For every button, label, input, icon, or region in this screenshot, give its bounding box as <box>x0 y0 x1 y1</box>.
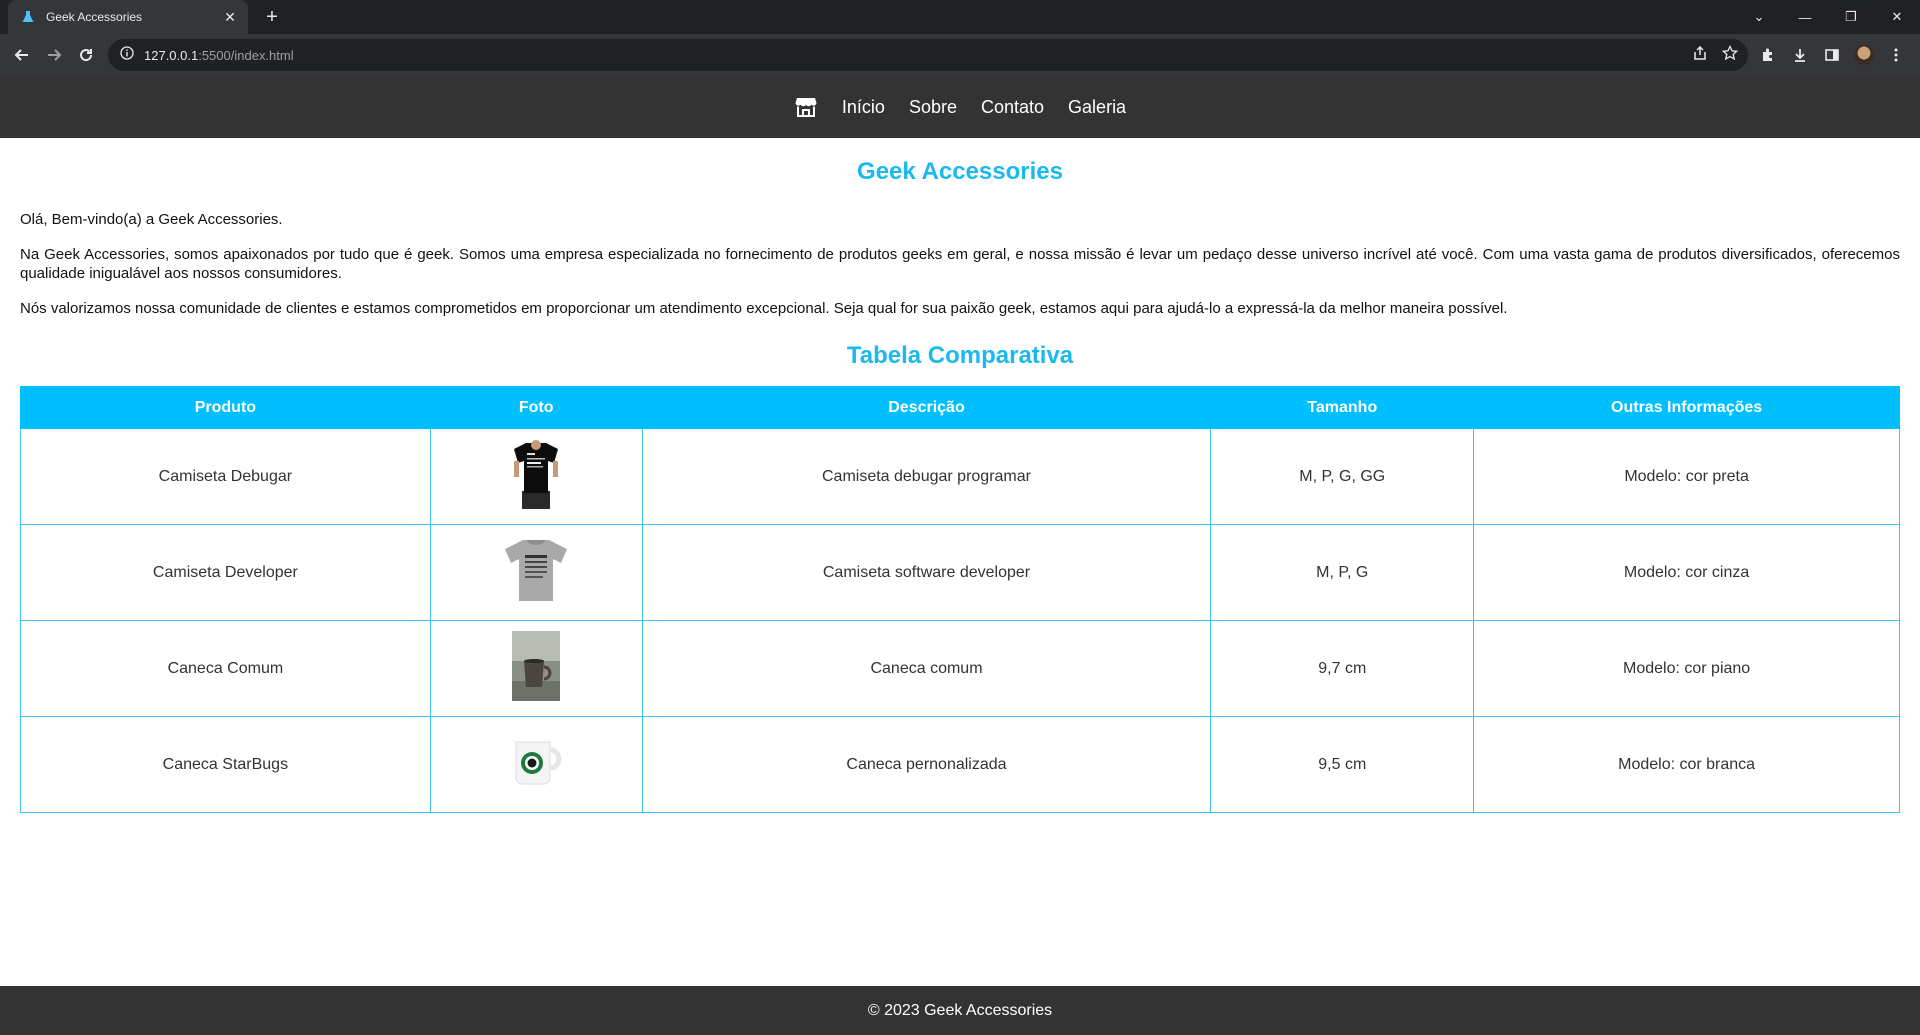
table-row: Caneca StarBugs Caneca pernonalizada 9,5… <box>20 716 1900 813</box>
cell-outras: Modelo: cor branca <box>1473 716 1900 813</box>
black-tshirt-image <box>508 439 564 514</box>
store-icon[interactable] <box>794 95 818 119</box>
extensions-icon[interactable] <box>1752 41 1784 69</box>
about-paragraph: Na Geek Accessories, somos apaixonados p… <box>20 246 1900 282</box>
table-title: Tabela Comparativa <box>846 342 1074 369</box>
cell-tamanho: 9,7 cm <box>1210 620 1475 717</box>
cell-descricao: Camiseta software developer <box>641 524 1212 621</box>
table-row: Camiseta Developer Camiseta software dev… <box>20 524 1900 621</box>
nav-link-contato[interactable]: Contato <box>981 97 1044 118</box>
browser-tab[interactable]: Geek Accessories ✕ <box>8 0 248 34</box>
header-foto: Foto <box>429 386 643 429</box>
table-row: Caneca Comum Caneca comum 9,7 cm Modelo:… <box>20 620 1900 717</box>
cell-tamanho: M, P, G, GG <box>1210 428 1475 525</box>
url-text: 127.0.0.1:5500/index.html <box>144 47 294 63</box>
cell-outras: Modelo: cor cinza <box>1473 524 1900 621</box>
cell-tamanho: M, P, G <box>1210 524 1475 621</box>
cell-descricao: Caneca pernonalizada <box>641 716 1212 813</box>
main-content: Geek Accessories Olá, Bem-vindo(a) a Gee… <box>20 138 1900 813</box>
welcome-paragraph: Olá, Bem-vindo(a) a Geek Accessories. <box>20 211 283 228</box>
tab-title: Geek Accessories <box>46 10 143 24</box>
header-produto: Produto <box>20 386 431 429</box>
table-row: Camiseta Debugar Camiseta debugar progra… <box>20 428 1900 525</box>
new-tab-button[interactable]: + <box>260 5 284 29</box>
cell-produto: Camiseta Debugar <box>20 428 431 525</box>
footer-copyright: © 2023 Geek Accessories <box>867 1001 1053 1019</box>
community-paragraph: Nós valorizamos nossa comunidade de clie… <box>20 300 1508 317</box>
gray-tshirt-image <box>501 537 571 608</box>
share-icon[interactable] <box>1692 45 1708 66</box>
info-icon[interactable] <box>120 45 134 65</box>
site-navbar: Início Sobre Contato Galeria <box>0 76 1920 138</box>
menu-icon[interactable] <box>1880 41 1912 69</box>
cell-produto: Caneca StarBugs <box>20 716 431 813</box>
minimize-button[interactable]: — <box>1782 0 1828 34</box>
window-controls: ⌄ — ❐ ✕ <box>1736 0 1920 34</box>
cell-descricao: Camiseta debugar programar <box>641 428 1212 525</box>
cell-tamanho: 9,5 cm <box>1210 716 1475 813</box>
cell-outras: Modelo: cor piano <box>1473 620 1900 717</box>
comparison-table: Produto Foto Descrição Tamanho Outras In… <box>20 386 1900 813</box>
side-panel-icon[interactable] <box>1816 41 1848 69</box>
restore-button[interactable]: ❐ <box>1828 0 1874 34</box>
flask-icon <box>20 9 36 25</box>
header-outras: Outras Informações <box>1473 386 1900 429</box>
browser-toolbar: 127.0.0.1:5500/index.html <box>0 34 1920 76</box>
profile-avatar[interactable] <box>1848 41 1880 69</box>
site-footer: © 2023 Geek Accessories <box>0 986 1920 1035</box>
table-header-row: Produto Foto Descrição Tamanho Outras In… <box>20 386 1900 429</box>
nav-link-galeria[interactable]: Galeria <box>1068 97 1126 118</box>
cell-foto <box>429 620 643 717</box>
close-icon[interactable]: ✕ <box>222 9 238 26</box>
nav-link-inicio[interactable]: Início <box>842 97 885 118</box>
nav-link-sobre[interactable]: Sobre <box>909 97 957 118</box>
cell-foto <box>429 428 643 525</box>
download-icon[interactable] <box>1784 41 1816 69</box>
address-bar[interactable]: 127.0.0.1:5500/index.html <box>108 39 1748 71</box>
cell-foto <box>429 524 643 621</box>
header-descricao: Descrição <box>641 386 1212 429</box>
cell-foto <box>429 716 643 813</box>
white-mug-image <box>508 734 564 795</box>
tab-search-icon[interactable]: ⌄ <box>1736 0 1782 34</box>
cell-outras: Modelo: cor preta <box>1473 428 1900 525</box>
header-tamanho: Tamanho <box>1210 386 1475 429</box>
cell-descricao: Caneca comum <box>641 620 1212 717</box>
forward-icon[interactable] <box>40 41 68 69</box>
browser-tab-bar: Geek Accessories ✕ + ⌄ — ❐ ✕ <box>0 0 1920 34</box>
close-window-button[interactable]: ✕ <box>1874 0 1920 34</box>
page-title: Geek Accessories <box>857 158 1063 185</box>
cell-produto: Caneca Comum <box>20 620 431 717</box>
bookmark-star-icon[interactable] <box>1721 44 1739 66</box>
cell-produto: Camiseta Developer <box>20 524 431 621</box>
back-icon[interactable] <box>8 41 36 69</box>
mug-photo-image <box>512 631 561 706</box>
reload-icon[interactable] <box>72 41 100 69</box>
